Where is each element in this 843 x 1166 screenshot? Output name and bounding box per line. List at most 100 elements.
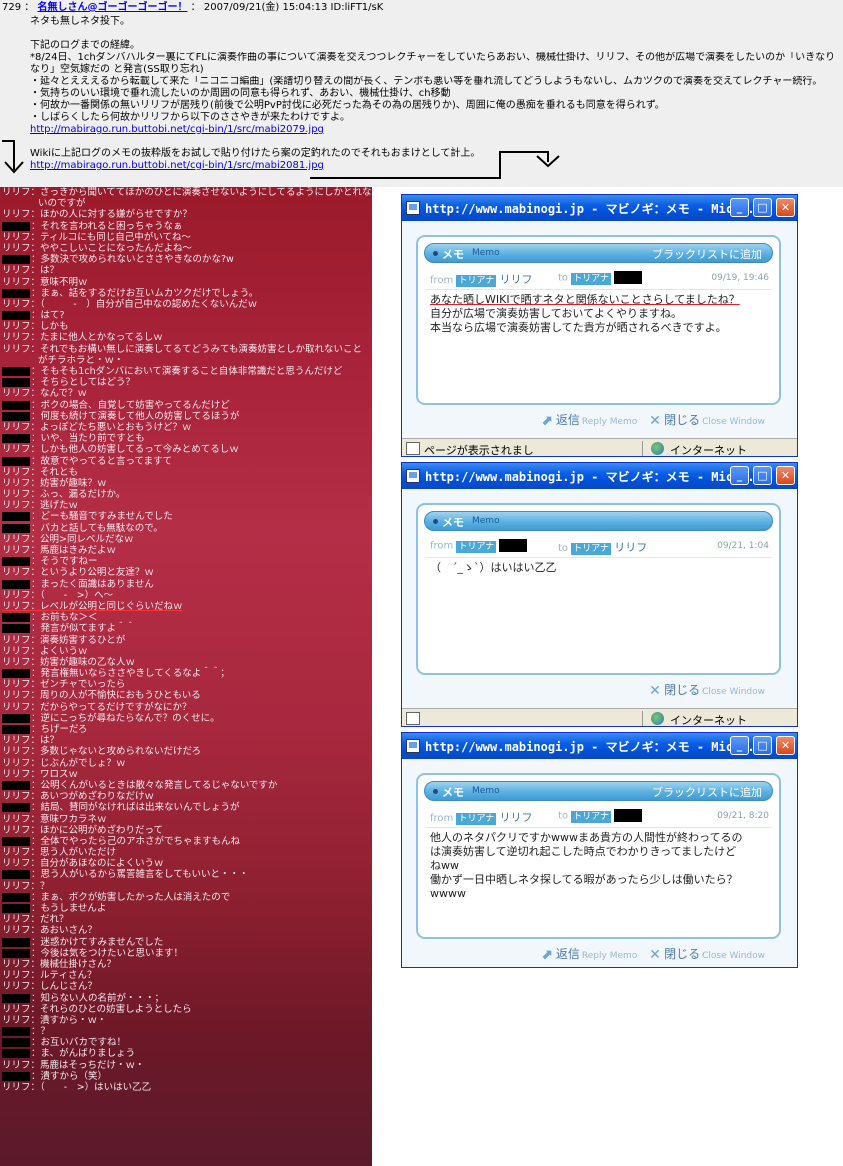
chat-text: ：まぁ、話をするだけお互いムカツクだけでしょう。 xyxy=(31,287,259,299)
server-tag: トリアナ xyxy=(571,543,612,555)
chat-text: ：というより公明と友達？ｗ xyxy=(30,567,154,579)
chat-line: リリフ：多数じゃないと攻められないだけだろ xyxy=(0,746,372,757)
post-line: ネタも無しネタ投下。 xyxy=(30,16,130,27)
maximize-button[interactable]: □ xyxy=(753,198,772,217)
status-text: ページが表示されまし xyxy=(424,444,534,457)
redacted-speaker xyxy=(2,1038,30,1048)
close-window-button[interactable]: ✕ 閉じる Close Window xyxy=(649,683,773,698)
redacted-speaker xyxy=(2,613,30,623)
chat-line: ：多数決で攻められないとささやきなのかな?w xyxy=(0,254,372,265)
minimize-button[interactable]: _ xyxy=(730,736,749,755)
window-titlebar[interactable]: http://www.mabinogi.jp - マビノギ：メモ - Mic..… xyxy=(402,195,797,221)
chat-text: ：ゼンチャでいったら xyxy=(30,679,126,691)
memo-content: メモ Memo from トリアナ to トリアナ リリフ 09/21, 1:0… xyxy=(402,489,797,708)
chat-line: リリフ：ゼンチャでいったら xyxy=(0,679,372,690)
chat-speaker: リリフ xyxy=(2,656,31,668)
chat-line: ：発言が似てますよ＾＾ xyxy=(0,623,372,634)
chat-text: ：思う人がいただけ xyxy=(30,847,117,859)
chat-speaker: リリフ xyxy=(2,343,31,355)
chat-text: ：故意でやってると言ってますて xyxy=(31,455,173,467)
window-titlebar[interactable]: http://www.mabinogi.jp - マビノギ：メモ - Mic..… xyxy=(402,733,797,759)
close-window-button[interactable]: ✕ 閉じる Close Window xyxy=(649,413,773,428)
chat-text: ：全体でやったら己のアホさがでちゃますもんね xyxy=(31,835,241,847)
chat-text: ：（ - >）へ～ xyxy=(30,589,114,601)
memo-date: 09/19, 19:46 xyxy=(711,273,769,283)
memo-content: メモ Memo ブラックリストに追加 from トリアナ リリフ to トリアナ… xyxy=(402,759,797,967)
memo-footer: ✕ 閉じる Close Window xyxy=(649,681,773,698)
chat-speaker: リリフ xyxy=(2,981,31,993)
reply-button[interactable]: ⬈ 返信 Reply Memo xyxy=(541,413,645,428)
image-link-1[interactable]: http://mabirago.run.buttobi.net/cgi-bin/… xyxy=(30,124,324,135)
chat-line: リリフ：ほかに公明がめざわりだって xyxy=(0,825,372,836)
chat-line: ：迷惑かけてすみませんでした xyxy=(0,937,372,948)
chat-speaker: リリフ xyxy=(2,444,31,456)
chat-text: ：公明くんがいるときは散々な発言してるじゃないですか xyxy=(31,779,278,791)
chat-line: ：発言権無いならささやきしてくるなよ＾＾； xyxy=(0,668,372,679)
chat-speaker: リリフ xyxy=(2,500,31,512)
chat-line: リリフ：よっぽどたち悪いとおもうけど？ｗ xyxy=(0,422,372,433)
chat-text: ：ワロスｗ xyxy=(30,768,79,780)
minimize-button[interactable]: _ xyxy=(730,466,749,485)
memo-message: （ ´_ゝ`）はいはい乙乙 xyxy=(430,561,557,574)
chat-line: リリフ：（ - ）自分が自己中なの認めたくないんだｗ xyxy=(0,299,372,310)
reply-button[interactable]: ⬈ 返信 Reply Memo xyxy=(541,947,645,962)
redacted-speaker xyxy=(2,512,30,522)
chat-text: ：ま、がんばりましょう xyxy=(31,1048,136,1060)
window-title: http://www.mabinogi.jp - マビノギ：メモ - Mic..… xyxy=(425,740,755,754)
post-header: 729 ： 名無しさん@ゴーゴーゴーゴー！ ： 2007/09/21(金) 15… xyxy=(2,2,384,13)
sender-name: リリフ xyxy=(499,811,533,824)
chat-speaker: リリフ xyxy=(2,276,31,288)
chat-text: ：ルティさん？ xyxy=(30,970,97,982)
chat-line: リリフ：思う人がいただけ xyxy=(0,847,372,858)
chat-speaker: リリフ xyxy=(2,298,31,310)
maximize-button[interactable]: □ xyxy=(753,736,772,755)
chat-line: リリフ：は？ xyxy=(0,265,372,276)
chat-text: ：そもそも1chダンバにおいて演奏すること自体非常識だと思うんだけど xyxy=(31,366,343,377)
chat-text: ：？ xyxy=(30,880,50,892)
memo-label: メモ xyxy=(442,786,464,799)
minimize-button[interactable]: _ xyxy=(730,198,749,217)
close-button[interactable]: ✕ xyxy=(776,466,795,485)
memo-label-en: Memo xyxy=(472,248,500,258)
chat-line: ：何度も続けて演奏して他人の妨害してるほうが xyxy=(0,411,372,422)
chat-line: リリフ：馬鹿はきみだよｗ xyxy=(0,545,372,556)
redacted-speaker xyxy=(2,1071,30,1081)
chat-line: ：まぁ、ボクが妨害したかった人は消えたので xyxy=(0,892,372,903)
close-button[interactable]: ✕ xyxy=(776,736,795,755)
post-number: 729 xyxy=(2,2,22,13)
chat-line: リリフ：なんで？ｗ xyxy=(0,388,372,399)
status-bar: ページが表示されまし インターネット xyxy=(402,438,797,457)
chat-speaker: リリフ xyxy=(2,265,31,277)
memo-header-bar: メモ Memo xyxy=(424,511,773,531)
memo-window-3[interactable]: http://www.mabinogi.jp - マビノギ：メモ - Mic..… xyxy=(401,732,798,968)
chat-text: ：潰すから（笑） xyxy=(31,1070,108,1082)
memo-window-2[interactable]: http://www.mabinogi.jp - マビノギ：メモ - Mic..… xyxy=(401,462,798,727)
chat-speaker: リリフ xyxy=(2,1014,31,1026)
memo-window-1[interactable]: http://www.mabinogi.jp - マビノギ：メモ - Mic..… xyxy=(401,194,798,457)
add-blacklist-button[interactable]: ブラックリストに追加 xyxy=(652,246,762,262)
close-window-button[interactable]: ✕ 閉じる Close Window xyxy=(649,947,773,962)
memo-message: 他人のネタパクリですかwwwまあ貴方の人間性が終わってるの は演奏妨害して逆切れ… xyxy=(430,831,743,900)
chat-text: ：意味不明ｗ xyxy=(30,276,88,288)
chat-line: いのですが xyxy=(0,198,372,209)
post-line: ・しばらくしたら何故かリリフから以下のささやきが来たわけですよ。 xyxy=(30,112,350,123)
chat-line: リリフ：意味不明ｗ xyxy=(0,277,372,288)
chat-text: ：発言権無いならささやきしてくるなよ＾＾； xyxy=(31,668,230,680)
chat-line: リリフ：（ - >）へ～ xyxy=(0,590,372,601)
poster-name[interactable]: 名無しさん@ゴーゴーゴーゴー！ xyxy=(37,2,187,13)
chat-line: リリフ：ややこしいことになったんだよね～ xyxy=(0,243,372,254)
redacted-name xyxy=(614,809,643,822)
memo-card: メモ Memo ブラックリストに追加 from トリアナ リリフ to トリアナ… xyxy=(416,773,781,939)
chat-line: リリフ：というより公明と友達？ｗ xyxy=(0,567,372,578)
chat-text: ：意味ワカラネｗ xyxy=(30,813,107,825)
bullet-icon xyxy=(433,519,438,524)
window-titlebar[interactable]: http://www.mabinogi.jp - マビノギ：メモ - Mic..… xyxy=(402,463,797,489)
close-button[interactable]: ✕ xyxy=(776,198,795,217)
chat-line: リリフ：？ xyxy=(0,881,372,892)
maximize-button[interactable]: □ xyxy=(753,466,772,485)
chat-text: ：それでもお構い無しに演奏してるてどうみても演奏妨害としか取れないこと xyxy=(30,343,362,355)
chat-text: ：そちらとしてはどう？ xyxy=(31,377,136,389)
chat-text: ：しかも他人の妨害してるって今みとめてるしｗ xyxy=(30,444,239,456)
add-blacklist-button[interactable]: ブラックリストに追加 xyxy=(652,784,762,800)
chat-text: ：多数決で攻められないとささやきなのかな?w xyxy=(31,254,234,266)
